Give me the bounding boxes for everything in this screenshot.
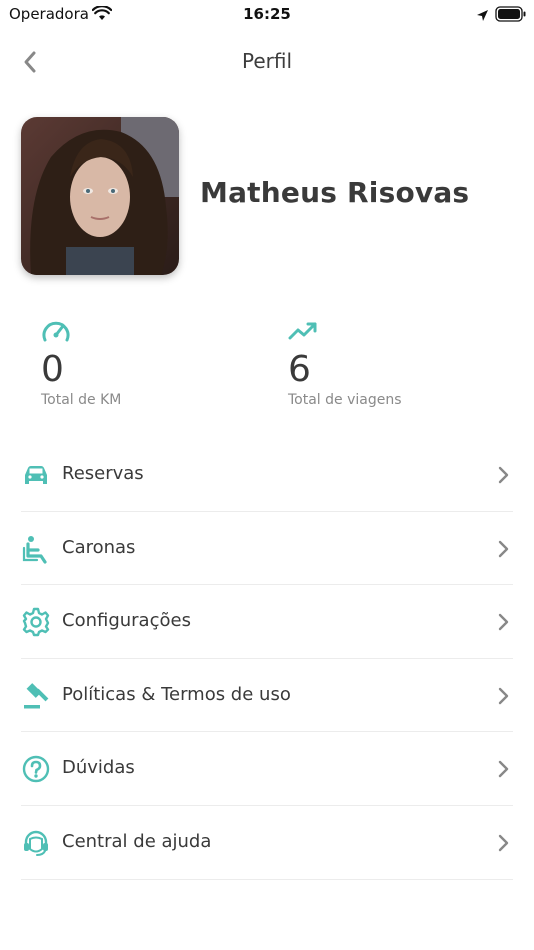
avatar-photo [21, 117, 179, 275]
chevron-right-icon [498, 466, 509, 484]
chevron-right-icon [498, 540, 509, 557]
status-bar: Operadora 16:25 [0, 0, 534, 30]
menu-item-politicas[interactable]: Políticas & Termos de uso [21, 659, 513, 733]
page-title: Perfil [241, 49, 293, 73]
chevron-right-icon [498, 834, 509, 852]
total-km-value: 0 [41, 349, 64, 390]
stat-total-km: 0 Total de KM [41, 318, 241, 408]
profile-name: Matheus Risovas [200, 176, 470, 209]
total-trips-value: 6 [288, 349, 311, 390]
stat-total-trips: 6 Total de viagens [288, 318, 488, 408]
navigation-bar: Perfil [0, 40, 534, 84]
menu-item-caronas[interactable]: Caronas [21, 512, 513, 586]
menu-item-central-de-ajuda[interactable]: Central de ajuda [21, 806, 513, 880]
speedometer-icon [41, 318, 241, 344]
avatar[interactable] [21, 117, 179, 275]
profile-menu: Reservas Caronas Configurações Políticas… [21, 438, 513, 880]
menu-item-duvidas[interactable]: Dúvidas [21, 732, 513, 806]
menu-item-configuracoes[interactable]: Configurações [21, 585, 513, 659]
menu-label-duvidas: Dúvidas [62, 757, 135, 779]
battery-icon [495, 6, 527, 26]
seat-icon [21, 534, 51, 564]
chevron-right-icon [498, 613, 509, 631]
menu-label-reservas: Reservas [62, 463, 144, 484]
menu-label-caronas: Caronas [62, 536, 136, 558]
chevron-right-icon [498, 687, 509, 704]
location-arrow-icon [476, 7, 489, 26]
chevron-right-icon [498, 761, 509, 778]
menu-label-politicas: Políticas & Termos de uso [62, 683, 291, 705]
total-km-label: Total de KM [41, 392, 122, 408]
car-icon [21, 460, 51, 490]
menu-label-central-de-ajuda: Central de ajuda [62, 830, 212, 852]
menu-item-reservas[interactable]: Reservas [21, 438, 513, 512]
menu-label-configuracoes: Configurações [62, 610, 191, 632]
question-icon [21, 754, 51, 784]
gear-icon [21, 607, 51, 637]
trending-up-icon [288, 318, 488, 344]
clock: 16:25 [243, 5, 291, 23]
total-trips-label: Total de viagens [288, 392, 402, 408]
headset-icon [21, 828, 51, 858]
gavel-icon [21, 681, 51, 711]
